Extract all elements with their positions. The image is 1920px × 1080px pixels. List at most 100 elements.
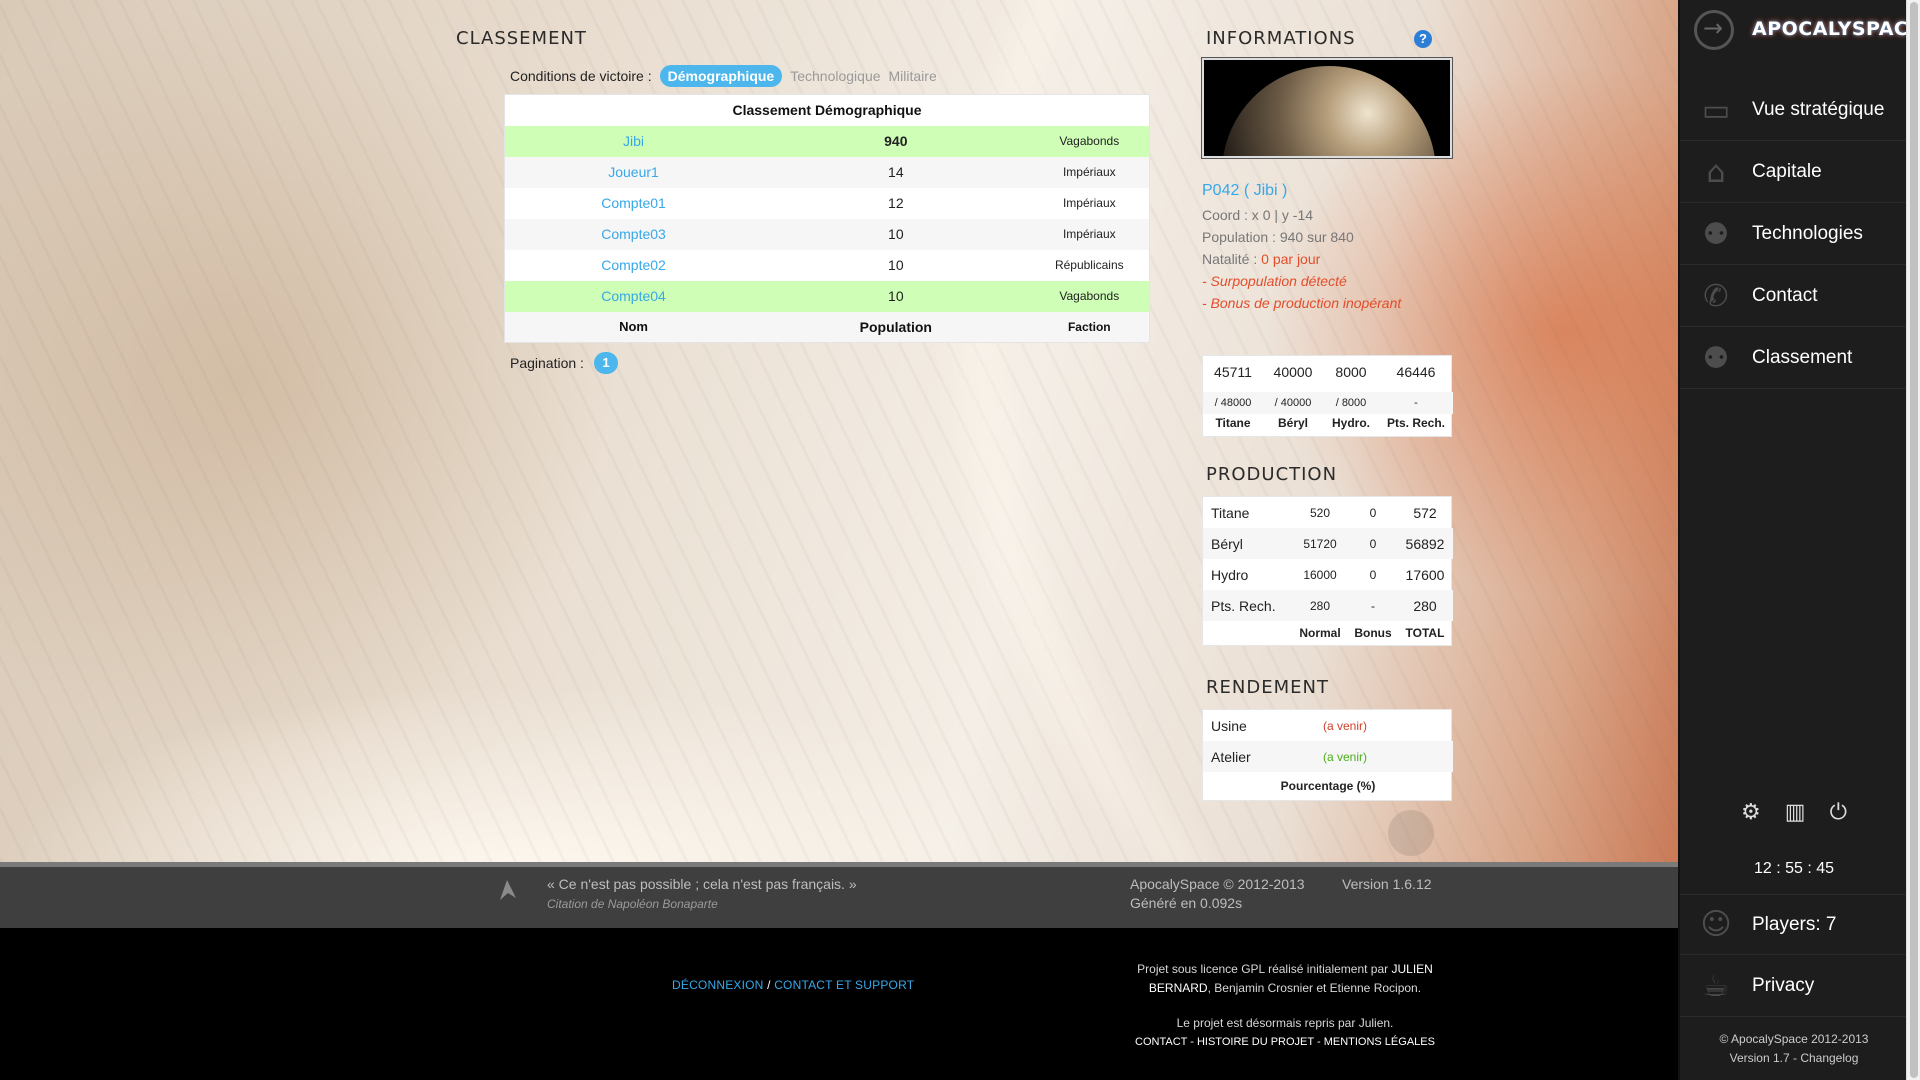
- conditions-label: Conditions de victoire :: [510, 68, 652, 84]
- column-header-faction: Faction: [1029, 311, 1150, 343]
- logout-link[interactable]: DÉCONNEXION: [672, 978, 764, 992]
- player-name-link[interactable]: Compte01: [504, 187, 763, 219]
- player-name-link[interactable]: Compte03: [504, 218, 763, 250]
- sidebar-item-label: Capitale: [1752, 161, 1822, 182]
- rendement-value: (a venir): [1323, 749, 1368, 764]
- resource-pts-max: -: [1414, 397, 1418, 409]
- help-icon[interactable]: ?: [1414, 30, 1432, 48]
- contact-support-link[interactable]: CONTACT ET SUPPORT: [774, 978, 914, 992]
- column-header-nom: Nom: [504, 311, 763, 343]
- production-normal: 280: [1309, 598, 1331, 613]
- home-icon: ⌂: [1706, 154, 1726, 190]
- credits-text-2: , Benjamin Crosnier et Etienne Rocipon.: [1207, 981, 1422, 995]
- tab-militaire[interactable]: Militaire: [889, 68, 937, 84]
- production-total: 56892: [1405, 535, 1445, 552]
- planet-population: Population : 940 sur 840: [1202, 229, 1354, 245]
- scrollbar[interactable]: [1906, 0, 1920, 1080]
- warning-surpopulation: - Surpopulation détecté: [1202, 273, 1347, 289]
- warning-bonus: - Bonus de production inopérant: [1202, 295, 1402, 311]
- production-total: 280: [1413, 597, 1437, 614]
- sidebar: APOCALYSPACE ▭ Vue stratégique ⌂ Capital…: [1678, 0, 1920, 1080]
- production-header-total: TOTAL: [1405, 625, 1445, 640]
- production-bonus: 0: [1369, 536, 1377, 551]
- resource-titane-max: / 48000: [1214, 397, 1252, 409]
- rendement-value: (a venir): [1323, 718, 1368, 733]
- footer-credits: Projet sous licence GPL réalisé initiale…: [1130, 960, 1440, 1052]
- sidebar-item-players[interactable]: ☺ Players: 7: [1680, 894, 1908, 955]
- production-header-normal: Normal: [1299, 625, 1341, 640]
- production-bonus: 0: [1369, 505, 1377, 520]
- resource-beryl-max: / 40000: [1274, 397, 1312, 409]
- app-logo: APOCALYSPACE: [1752, 18, 1920, 40]
- column-header-population: Population: [762, 311, 1030, 343]
- sidebar-item-label: Vue stratégique: [1752, 99, 1885, 120]
- sidebar-item-label: Contact: [1752, 285, 1818, 306]
- pagination: Pagination : 1: [510, 352, 618, 374]
- production-name: Béryl: [1211, 535, 1243, 552]
- footer-links: DÉCONNEXION / CONTACT ET SUPPORT: [672, 978, 914, 992]
- sidebar-header: APOCALYSPACE: [1680, 0, 1920, 62]
- population-cell: 10: [762, 280, 1030, 312]
- rendement-footer: Pourcentage (%): [1280, 778, 1376, 793]
- footer-quote: « Ce n'est pas possible ; cela n'est pas…: [547, 876, 857, 892]
- page-button-1[interactable]: 1: [593, 352, 618, 374]
- production-row: Béryl 51720 0 56892: [1203, 528, 1453, 559]
- main-page: CLASSEMENT Conditions de victoire : Démo…: [0, 0, 1678, 1080]
- tab-technologique[interactable]: Technologique: [790, 68, 880, 84]
- sidebar-item-contact[interactable]: ✆ Contact: [1680, 266, 1908, 327]
- victory-conditions: Conditions de victoire : Démographique T…: [510, 65, 945, 87]
- rendement-row: Usine (a venir): [1203, 710, 1453, 741]
- faction-cell: Impériaux: [1029, 218, 1150, 250]
- rendement-table: Usine (a venir) Atelier (a venir) Pource…: [1202, 709, 1453, 801]
- production-name: Pts. Rech.: [1211, 597, 1276, 614]
- player-name-link[interactable]: Compte02: [504, 249, 763, 281]
- resource-titane-value: 45711: [1214, 364, 1252, 380]
- production-total: 572: [1413, 504, 1437, 521]
- sidebar-item-capitale[interactable]: ⌂ Capitale: [1680, 142, 1908, 203]
- population-cell: 940: [762, 125, 1030, 157]
- sidebar-item-privacy[interactable]: ☕ Privacy: [1680, 956, 1908, 1017]
- table-row: Compte02 10 Républicains: [504, 249, 1150, 281]
- resource-titane-label: Titane: [1215, 416, 1251, 430]
- gift-icon[interactable]: ▥: [1785, 800, 1806, 838]
- scrollbar-thumb[interactable]: [1910, 2, 1918, 1078]
- table-row: Compte03 10 Impériaux: [504, 218, 1150, 250]
- table-header-row: Nom Population Faction: [504, 311, 1150, 343]
- tab-demographique[interactable]: Démographique: [659, 65, 783, 87]
- sidebar-item-classement[interactable]: ⚉ Classement: [1680, 328, 1908, 389]
- privacy-label: Privacy: [1752, 975, 1815, 996]
- ranking-table: Classement Démographique Jibi 940 Vagabo…: [504, 94, 1150, 343]
- pagination-label: Pagination :: [510, 355, 584, 371]
- player-name-link[interactable]: Compte04: [504, 280, 763, 312]
- changelog-link[interactable]: Version 1.7 - Changelog: [1680, 1049, 1908, 1068]
- faction-cell: Impériaux: [1029, 156, 1150, 188]
- sidebar-item-label: Technologies: [1752, 223, 1863, 244]
- population-cell: 10: [762, 218, 1030, 250]
- resources-box: 45711 40000 8000 46446 / 48000 / 40000 /…: [1202, 355, 1453, 437]
- population-cell: 14: [762, 156, 1030, 188]
- player-name-link[interactable]: Joueur1: [504, 156, 763, 188]
- footer-secondary-links[interactable]: CONTACT - HISTOIRE DU PROJET - MENTIONS …: [1130, 1033, 1440, 1052]
- settings-icon[interactable]: ⚙: [1741, 800, 1761, 838]
- coffee-icon: ☕: [1702, 968, 1730, 1004]
- sidebar-tools: ⚙ ▥ ⏻: [1680, 800, 1908, 838]
- collapse-arrow-icon[interactable]: [1694, 10, 1734, 50]
- natalite-label: Natalité :: [1202, 251, 1258, 267]
- cursor-arrow-icon: [500, 880, 516, 900]
- natalite-value: 0 par jour: [1261, 251, 1321, 267]
- resource-pts-label: Pts. Rech.: [1386, 416, 1446, 430]
- players-count: Players: 7: [1752, 913, 1837, 935]
- table-row: Compte01 12 Impériaux: [504, 187, 1150, 219]
- resource-hydro-max: / 8000: [1335, 397, 1367, 409]
- player-name-link[interactable]: Jibi: [504, 125, 763, 157]
- planet-name-link[interactable]: P042 ( Jibi ): [1202, 180, 1401, 202]
- resource-pts-value: 46446: [1396, 364, 1436, 380]
- sidebar-item-vue-strategique[interactable]: ▭ Vue stratégique: [1680, 80, 1908, 141]
- resource-beryl-value: 40000: [1273, 364, 1313, 380]
- faction-cell: Républicains: [1029, 249, 1150, 281]
- sidebar-item-technologies[interactable]: ⚉ Technologies: [1680, 204, 1908, 265]
- production-normal: 51720: [1303, 536, 1337, 551]
- ranking-table-title: Classement Démographique: [504, 94, 1150, 126]
- power-icon[interactable]: ⏻: [1830, 800, 1847, 838]
- faction-cell: Vagabonds: [1029, 125, 1150, 157]
